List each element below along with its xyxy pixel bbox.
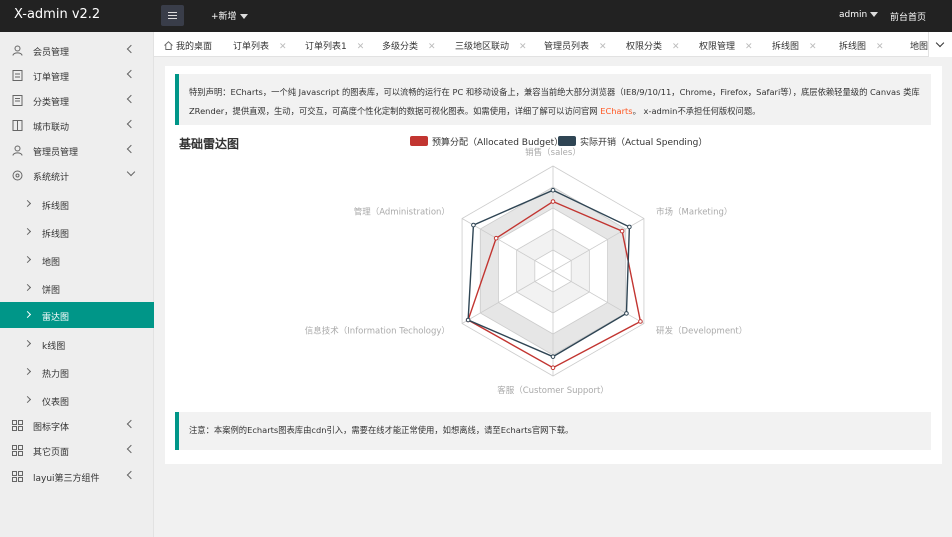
radar-axis-label: 管理（Administration） [354,207,450,218]
radar-data-point[interactable] [471,222,476,228]
radar-data-point[interactable] [550,365,556,371]
radar-axis-label: 客服（Customer Support） [497,385,609,396]
radar-data-point[interactable] [550,199,556,204]
radar-axis-label: 研发（Development） [656,326,747,337]
radar-data-point[interactable] [627,224,632,230]
radar-data-point[interactable] [619,228,625,234]
radar-grid [461,165,645,377]
radar-data-point[interactable] [550,187,556,193]
radar-data-point[interactable] [624,311,629,316]
radar-data-point[interactable] [493,235,499,241]
radar-data-point[interactable] [465,317,471,323]
radar-axis-label: 市场（Marketing） [656,207,732,218]
radar-data-point[interactable] [550,354,556,359]
radar-axis-label: 销售（sales） [525,147,581,158]
radar-chart: 销售（sales） 管理（Administration） 信息技术（Informat… [305,147,747,396]
radar-axis-label: 信息技术（Information Techology） [305,326,450,337]
radar-data-point[interactable] [638,319,643,324]
